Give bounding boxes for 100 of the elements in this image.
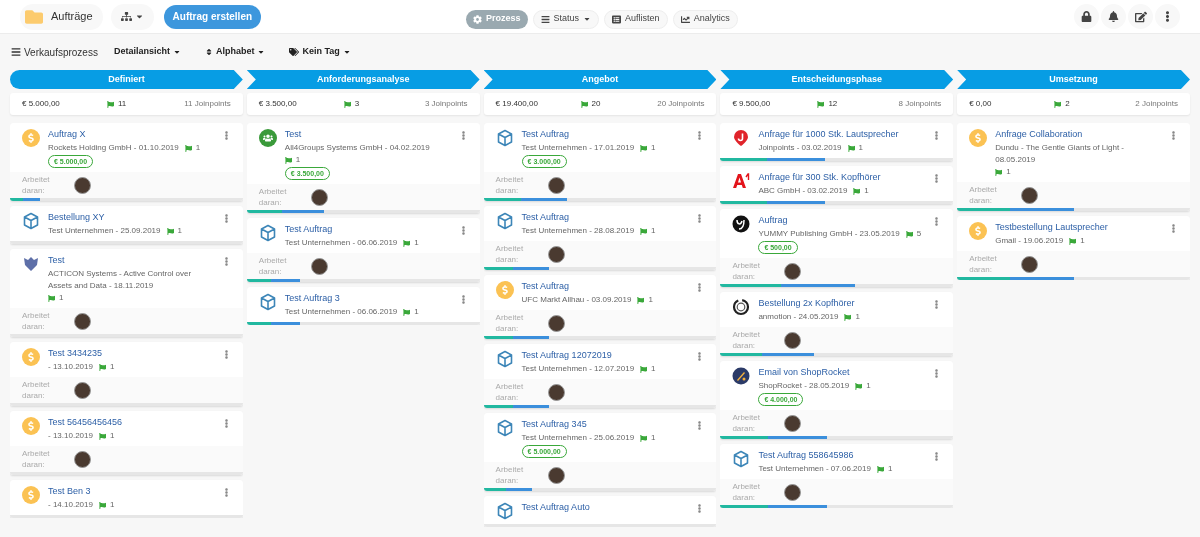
deal-title[interactable]: Anfrage für 1000 Stk. Lautsprecher — [758, 128, 925, 141]
assignee-label: Arbeitet daran: — [22, 448, 51, 470]
flag-count: 1 — [1080, 235, 1085, 247]
deal-card[interactable]: Test Auftrag Test Unternehmen - 28.08.2019 1 Arbeitet daran: — [483, 206, 717, 270]
stage-joinpoints: 3 Joinpoints — [424, 98, 468, 110]
assignee-label: Arbeitet daran: — [495, 464, 525, 486]
deal-title[interactable]: Testbestellung Lautsprecher — [995, 221, 1161, 234]
flag-icon — [640, 434, 648, 442]
edit-icon — [1134, 10, 1147, 23]
deal-title[interactable]: Anfrage für 300 Stk. Kopfhörer — [758, 171, 925, 184]
filter-dropdown[interactable]: Detailansicht — [113, 45, 181, 59]
flag-icon — [184, 144, 192, 152]
flag-count: 1 — [414, 306, 419, 318]
deal-company-date: Test Unternehmen - 28.08.2019 — [521, 225, 635, 237]
deal-title[interactable]: Test Auftrag 3 — [284, 292, 451, 305]
stage-header: Entscheidungsphase — [720, 70, 954, 89]
more-icon[interactable] — [1169, 224, 1178, 233]
more-button[interactable] — [1155, 4, 1180, 29]
flag-icon — [637, 296, 645, 304]
deal-title[interactable]: Test 3434235 — [48, 347, 214, 360]
flag-count: 1 — [651, 363, 656, 375]
assignee-label: Arbeitet daran: — [969, 184, 998, 206]
deal-card[interactable]: Test Auftrag Test Unternehmen - 06.06.2019 1 Arbeitet daran: — [246, 218, 480, 282]
deal-company-date: ACTICON Systems - Active Control over Assets and Data - 18.11.2019 — [48, 268, 193, 292]
notifications-button[interactable] — [1101, 4, 1126, 29]
deal-company-date: Test Unternehmen - 25.06.2019 — [521, 432, 635, 444]
deal-card[interactable]: Test Auftrag 558645986 Test Unternehmen - 07.06.2019 1 Arbeitet daran: — [720, 444, 954, 508]
deal-card[interactable]: Test ACTICON Systems - Active Control over Assets and Data - 18.11.2019 1 Arbeitet daran: — [10, 249, 243, 337]
deal-card[interactable]: Test Auftrag 12072019 Test Unternehmen - 12.07.2019 1 Arbeitet daran: — [483, 344, 717, 408]
deal-card[interactable]: Test Auftrag UFC Markt Allhau - 03.09.2019 1 Arbeitet daran: — [483, 275, 717, 339]
deal-company-date: Gmail - 19.06.2019 — [995, 235, 1064, 247]
script-logo-icon — [732, 215, 751, 233]
deal-title[interactable]: Bestellung XY — [48, 211, 214, 224]
more-icon[interactable] — [1169, 131, 1178, 140]
view-tab[interactable]: Auflisten — [604, 9, 668, 29]
process-selector[interactable]: Verkaufsprozess — [11, 44, 98, 60]
deal-title[interactable]: Test Auftrag — [284, 223, 451, 236]
avatar — [310, 188, 328, 206]
stage-header: Definiert — [10, 70, 243, 89]
deal-card[interactable]: Bestellung XY Test Unternehmen - 25.09.2019 1 — [10, 206, 243, 244]
deal-card[interactable]: Test 3434235 - 13.10.2019 1 Arbeitet daran: — [10, 342, 243, 406]
cube-icon — [258, 224, 277, 242]
deal-title[interactable]: Bestellung 2x Kopfhörer — [758, 297, 925, 310]
stage-amount: € 5.000,00 — [22, 98, 61, 110]
flag-icon — [855, 382, 863, 390]
lock-button[interactable] — [1074, 4, 1099, 29]
deal-title[interactable]: Test Ben 3 — [48, 485, 214, 498]
filter-dropdown[interactable]: Kein Tag — [289, 45, 351, 59]
deal-title[interactable]: Test Auftrag — [521, 211, 688, 224]
deal-title[interactable]: Test 56456456456 — [48, 416, 214, 429]
deal-title[interactable]: Test Auftrag Auto — [521, 501, 688, 514]
avatar — [784, 262, 802, 280]
flag-icon — [284, 156, 292, 164]
view-tab[interactable]: Analytics — [672, 9, 738, 29]
deal-title[interactable]: Test Auftrag 12072019 — [521, 349, 688, 362]
deal-company-date: anmotion - 24.05.2019 — [758, 311, 839, 323]
stage-amount: € 19.400,00 — [495, 98, 539, 110]
deal-card[interactable]: Test 56456456456 - 13.10.2019 1 Arbeitet daran: — [10, 411, 243, 475]
deal-card[interactable]: Test Auftrag 3 Test Unternehmen - 06.06.2019 1 — [246, 287, 480, 325]
folder-icon — [25, 7, 43, 26]
deal-title[interactable]: Anfrage Collaboration — [995, 128, 1161, 141]
dollar-coin-icon — [969, 129, 988, 147]
deal-card[interactable]: Bestellung 2x Kopfhörer anmotion - 24.05.2019 1 Arbeitet daran: — [720, 292, 954, 356]
bell-icon — [1108, 11, 1119, 22]
flag-count: 1 — [295, 154, 301, 166]
filter-dropdown[interactable]: Alphabet — [204, 45, 266, 59]
cube-icon — [495, 419, 514, 437]
page-title: Aufträge — [51, 9, 93, 25]
deal-title[interactable]: Test Auftrag 558645986 — [758, 449, 925, 462]
deal-card[interactable]: Testbestellung Lautsprecher Gmail - 19.06.2019 1 Arbeitet daran: — [957, 216, 1190, 280]
deal-card[interactable]: Test Auftrag Auto — [483, 496, 717, 527]
assignee-label: Arbeitet daran: — [22, 310, 51, 332]
flag-icon — [403, 308, 411, 316]
cube-icon — [495, 502, 514, 520]
deal-company-date: Test Unternehmen - 06.06.2019 — [284, 237, 398, 249]
deal-title[interactable]: Email von ShopRocket — [758, 366, 925, 379]
caret-icon — [172, 48, 181, 56]
deal-title[interactable]: Auftrag — [758, 214, 925, 227]
deal-title[interactable]: Test — [284, 128, 451, 141]
deal-title[interactable]: Test Auftrag — [521, 128, 688, 141]
avatar — [547, 245, 565, 263]
letter-logo-icon — [732, 172, 751, 190]
dollar-coin-icon — [22, 486, 40, 504]
flag-count: 1 — [648, 294, 653, 306]
edit-button[interactable] — [1128, 4, 1153, 29]
deal-title[interactable]: Test Auftrag — [521, 280, 688, 293]
hierarchy-dropdown[interactable] — [110, 3, 154, 30]
view-tab[interactable]: Status — [532, 9, 600, 29]
deal-title[interactable]: Test — [48, 254, 214, 267]
flag-count: 1 — [651, 225, 656, 237]
assignee-label: Arbeitet daran: — [22, 174, 51, 196]
deal-card[interactable]: Anfrage Collaboration Dundu - The Gentle Giants of Light - 08.05.2019 1 Arbeitet daran: — [957, 123, 1190, 211]
deal-company-date: - 13.10.2019 — [48, 430, 93, 442]
deal-title[interactable]: Auftrag X — [48, 128, 214, 141]
deal-card[interactable]: Test Ben 3 - 14.10.2019 1 — [10, 480, 243, 518]
flag-icon — [844, 313, 852, 321]
deal-card[interactable]: Anfrage für 300 Stk. Kopfhörer ABC GmbH - 03.02.2019 1 — [720, 166, 954, 204]
deal-card[interactable]: Anfrage für 1000 Stk. Lautsprecher Joinpoints - 03.02.2019 1 — [720, 123, 954, 161]
stage-header: Umsetzung — [957, 70, 1190, 89]
deal-title[interactable]: Test Auftrag 345 — [521, 418, 688, 431]
